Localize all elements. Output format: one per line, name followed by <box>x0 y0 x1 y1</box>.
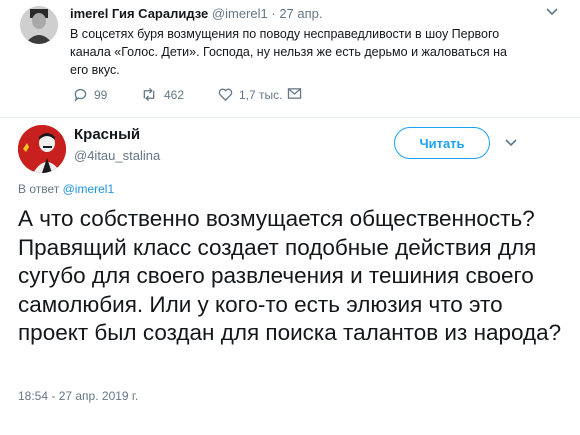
avatar[interactable] <box>20 6 58 44</box>
avatar-image <box>20 6 58 44</box>
tweet-timestamp[interactable]: 18:54 - 27 апр. 2019 г. <box>18 389 138 403</box>
reply-context: В ответ @imerel1 <box>18 182 114 196</box>
like-action[interactable]: 1,7 тыс. <box>218 87 282 102</box>
like-count: 1,7 тыс. <box>239 87 283 102</box>
quoted-tweet-text: В соцсетях буря возмущения по поводу нес… <box>70 27 507 77</box>
reply-count: 99 <box>94 87 108 102</box>
chevron-down-icon[interactable] <box>503 136 519 150</box>
reply-to-link[interactable]: @imerel1 <box>63 182 115 196</box>
follow-button[interactable]: Читать <box>394 127 490 159</box>
avatar[interactable] <box>18 125 66 173</box>
separator-dot: · <box>271 6 276 21</box>
reply-prefix: В ответ <box>18 182 60 196</box>
message-action[interactable] <box>287 87 302 100</box>
chevron-down-icon[interactable] <box>544 5 560 19</box>
reply-icon <box>74 88 87 102</box>
tweet-text: А что собственно возмущается общественно… <box>18 206 562 345</box>
author-name[interactable]: Красный <box>74 126 140 143</box>
retweet-count: 462 <box>164 87 185 102</box>
quoted-tweet-date[interactable]: 27 апр. <box>279 6 322 21</box>
author-handle[interactable]: @4itau_stalina <box>74 148 160 163</box>
quoted-tweet[interactable]: imerel Гия Саралидзе @imerel1 · 27 апр. … <box>0 0 580 118</box>
avatar-image <box>18 125 66 173</box>
quoted-author-name[interactable]: imerel Гия Саралидзе <box>70 6 208 21</box>
retweet-icon <box>143 87 155 102</box>
envelope-icon <box>287 88 302 99</box>
retweet-action[interactable]: 462 <box>140 87 184 102</box>
reply-action[interactable]: 99 <box>73 87 107 102</box>
quoted-author-handle[interactable]: @imerel1 <box>212 6 268 21</box>
heart-icon <box>218 88 233 102</box>
